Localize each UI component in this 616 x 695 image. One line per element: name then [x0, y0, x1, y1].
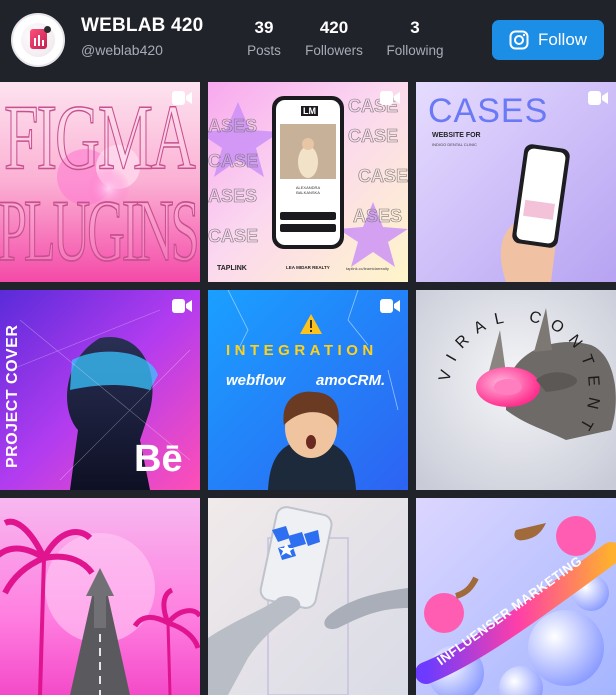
post-cases-website[interactable]: CASES WEBSITE FOR INDIGO DENTAL CLINIC: [416, 82, 616, 282]
svg-text:CASE: CASE: [348, 126, 398, 146]
cases-subtitle: WEBSITE FOR: [432, 132, 481, 139]
viral-content-title: VIRAL CONTENT: [434, 306, 592, 476]
video-icon: [380, 91, 400, 105]
following-label: Following: [386, 43, 444, 58]
svg-text:ASES: ASES: [208, 186, 257, 206]
taplink-url: taplink.cc/leamidarrealty: [346, 266, 389, 271]
behance-logo: Bē: [134, 438, 183, 480]
svg-text:ASES: ASES: [353, 206, 402, 226]
post-project-cover[interactable]: PROJECT COVER Bē: [0, 290, 200, 490]
post-influencer-marketing[interactable]: INFLUENSER MARKETING: [416, 498, 616, 695]
cases-title: CASES: [428, 92, 549, 130]
profile-name: WEBLAB 420: [81, 15, 204, 36]
post-figma-plugins[interactable]: FIGMA PLUGINS: [0, 82, 200, 282]
svg-text:VIRAL CONTENT: VIRAL CONTENT: [436, 308, 602, 441]
amocrm-logo: amoCRM.: [316, 372, 386, 389]
taplink-label: TAPLINK: [217, 265, 247, 272]
post-integration[interactable]: INTEGRATION webflow amoCRM.: [208, 290, 408, 490]
follow-button-label: Follow: [537, 30, 588, 49]
following-stat[interactable]: 3 Following: [384, 18, 446, 58]
instagram-icon: [509, 30, 529, 50]
video-icon: [172, 91, 192, 105]
post-viral-content[interactable]: VIRAL CONTENT: [416, 290, 616, 490]
webflow-logo: webflow: [226, 372, 286, 389]
posts-label: Posts: [247, 43, 281, 58]
svg-text:CASE: CASE: [208, 226, 258, 246]
phone-logo: LM: [301, 106, 318, 116]
post-artwork: [208, 498, 408, 695]
post-figma-title: FIGMA: [4, 87, 197, 191]
post-artwork: [0, 498, 200, 695]
realty-label: LEA MIDAR REALTY: [286, 265, 330, 270]
svg-text:CASE: CASE: [358, 166, 408, 186]
phone-title: ALEXANDRA BALKANSKA: [295, 185, 321, 195]
posts-count: 39: [254, 18, 274, 37]
project-cover-label: PROJECT COVER: [4, 324, 21, 468]
video-icon: [588, 91, 608, 105]
post-plugins-title: PLUGINS: [0, 183, 200, 282]
video-icon: [380, 299, 400, 313]
following-count: 3: [410, 18, 420, 37]
followers-label: Followers: [305, 43, 363, 58]
follow-button[interactable]: Follow: [492, 20, 604, 60]
profile-header: WEBLAB 420 @weblab420 39 Posts 420 Follo…: [0, 0, 616, 82]
cases-client: INDIGO DENTAL CLINIC: [432, 142, 477, 147]
followers-count: 420: [319, 18, 349, 37]
profile-handle: @weblab420: [81, 42, 163, 58]
svg-text:ASES: ASES: [208, 116, 257, 136]
video-icon: [172, 299, 192, 313]
post-palm-road[interactable]: [0, 498, 200, 695]
circular-text: VIRAL CONTENT: [436, 308, 602, 441]
svg-text:CASE: CASE: [208, 151, 258, 171]
profile-avatar[interactable]: [11, 13, 65, 67]
posts-grid: FIGMA PLUGINS ASES CASE ASES CASE CASE C…: [0, 82, 616, 695]
post-robot-hands[interactable]: [208, 498, 408, 695]
integration-title: INTEGRATION: [226, 342, 378, 359]
post-taplink[interactable]: ASES CASE ASES CASE CASE CASE CASE ASES …: [208, 82, 408, 282]
post-artwork: [208, 290, 408, 490]
followers-stat[interactable]: 420 Followers: [302, 18, 366, 58]
posts-stat[interactable]: 39 Posts: [246, 18, 282, 58]
